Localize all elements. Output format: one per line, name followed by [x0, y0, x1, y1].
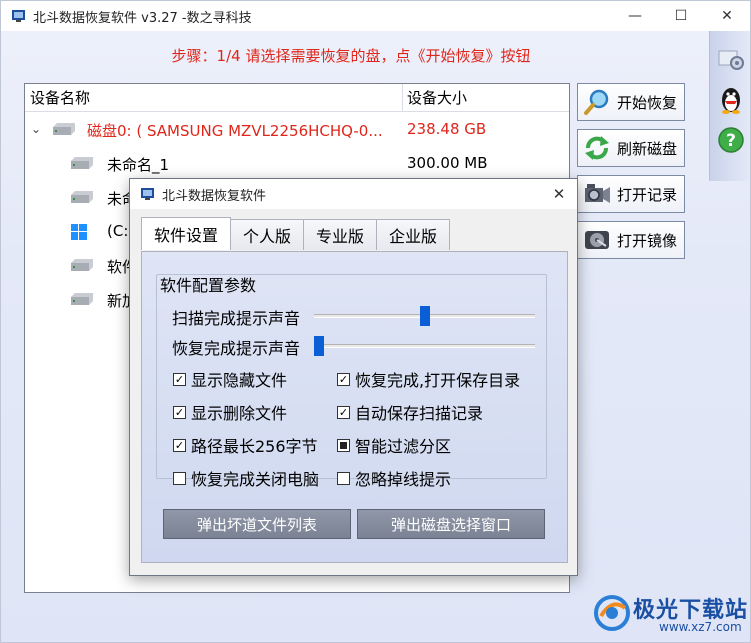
checkbox-box[interactable]: ✓	[173, 372, 186, 386]
open-image-label: 打开镜像	[617, 231, 678, 250]
minimize-button[interactable]: —	[612, 1, 658, 31]
checkbox-show-deleted[interactable]: ✓ 显示删除文件	[173, 400, 287, 424]
checkbox-label: 显示隐藏文件	[191, 371, 288, 390]
scan-sound-slider[interactable]	[314, 306, 535, 326]
dialog-titlebar: 北斗数据恢复软件 ✕	[130, 179, 577, 209]
disk-select-window-button[interactable]: 弹出磁盘选择窗口	[357, 509, 545, 539]
open-image-button[interactable]: 打开镜像	[577, 221, 685, 259]
disk-image-icon	[581, 224, 613, 256]
checkbox-shutdown[interactable]: 恢复完成关闭电脑	[173, 466, 319, 490]
device-row-disk0[interactable]: ⌄ 磁盘0: ( SAMSUNG MZVL2256HCHQ-0... 238.4…	[25, 114, 569, 146]
main-window: 北斗数据恢复软件 v3.27 -数之寻科技 — ☐ ✕ 步骤：1/4 请选择需要…	[0, 0, 751, 643]
device-size: 238.48 GB	[407, 120, 487, 138]
dialog-close-button[interactable]: ✕	[541, 179, 577, 209]
scan-sound-label: 扫描完成提示声音	[172, 309, 301, 328]
refresh-icon	[581, 132, 613, 164]
tab-personal-edition[interactable]: 个人版	[230, 219, 305, 250]
step-instruction: 步骤：1/4 请选择需要恢复的盘，点《开始恢复》按钮	[171, 47, 531, 65]
checkbox-path-256[interactable]: ✓ 路径最长256字节	[173, 433, 318, 457]
device-name: 未命名_1	[107, 156, 170, 174]
svg-text:?: ?	[726, 131, 736, 151]
checkbox-box[interactable]: ✓	[337, 372, 350, 386]
dialog-title: 北斗数据恢复软件	[162, 188, 267, 204]
checkbox-box[interactable]	[337, 438, 350, 452]
window-controls: — ☐ ✕	[612, 1, 750, 31]
recover-sound-slider[interactable]	[314, 336, 535, 356]
refresh-disk-button[interactable]: 刷新磁盘	[577, 129, 685, 167]
checkbox-open-dir[interactable]: ✓ 恢复完成,打开保存目录	[337, 367, 520, 391]
tab-enterprise-edition[interactable]: 企业版	[376, 219, 451, 250]
bad-sector-list-button[interactable]: 弹出坏道文件列表	[163, 509, 351, 539]
magnifier-icon	[581, 86, 613, 118]
open-record-button[interactable]: 打开记录	[577, 175, 685, 213]
group-title: 软件配置参数	[160, 276, 257, 295]
checkbox-smart-filter[interactable]: 智能过滤分区	[337, 433, 451, 457]
checkbox-box[interactable]: ✓	[337, 405, 350, 419]
checkbox-box[interactable]: ✓	[173, 438, 186, 452]
window-title: 北斗数据恢复软件 v3.27 -数之寻科技	[33, 10, 252, 26]
titlebar: 北斗数据恢复软件 v3.27 -数之寻科技 — ☐ ✕	[1, 1, 750, 31]
hard-disk-icon	[69, 259, 95, 277]
device-name: 磁盘0: ( SAMSUNG MZVL2256HCHQ-0...	[87, 122, 383, 140]
column-header-size[interactable]: 设备大小	[402, 84, 467, 112]
device-row[interactable]: 未命名_1 300.00 MB	[25, 148, 569, 180]
checkbox-box[interactable]	[337, 471, 350, 485]
app-icon	[11, 8, 27, 24]
checkbox-label: 恢复完成关闭电脑	[191, 470, 320, 489]
windows-logo-icon	[71, 224, 87, 244]
help-question-icon[interactable]: ?	[716, 125, 746, 155]
list-header: 设备名称 设备大小	[25, 84, 569, 112]
recover-sound-label: 恢复完成提示声音	[172, 339, 301, 358]
watermark-logo-icon	[593, 594, 631, 636]
checkbox-label: 自动保存扫描记录	[355, 404, 484, 423]
column-header-name[interactable]: 设备名称	[25, 84, 90, 112]
slider-thumb[interactable]	[314, 336, 324, 356]
checkbox-label: 显示删除文件	[191, 404, 288, 423]
tab-bar: 软件设置 个人版 专业版 企业版	[141, 217, 451, 251]
camera-icon	[581, 178, 613, 210]
checkbox-auto-save[interactable]: ✓ 自动保存扫描记录	[337, 400, 483, 424]
start-recovery-button[interactable]: 开始恢复	[577, 83, 685, 121]
checkbox-label: 路径最长256字节	[191, 437, 318, 456]
checkbox-label: 忽略掉线提示	[355, 470, 452, 489]
hard-disk-icon	[51, 123, 77, 141]
hard-disk-icon	[69, 293, 95, 311]
checkbox-label: 恢复完成,打开保存目录	[355, 371, 521, 390]
hard-disk-icon	[69, 191, 95, 209]
qq-penguin-icon[interactable]	[716, 84, 746, 114]
tab-software-settings[interactable]: 软件设置	[141, 217, 232, 250]
watermark-url: www.xz7.com	[659, 620, 742, 634]
close-button[interactable]: ✕	[704, 1, 750, 31]
settings-gear-icon[interactable]	[716, 43, 746, 73]
tab-professional-edition[interactable]: 专业版	[303, 219, 378, 250]
checkbox-ignore-drop[interactable]: 忽略掉线提示	[337, 466, 451, 490]
checkbox-box[interactable]	[173, 471, 186, 485]
device-size: 300.00 MB	[407, 154, 488, 172]
start-recovery-label: 开始恢复	[617, 93, 678, 112]
checkbox-show-hidden[interactable]: ✓ 显示隐藏文件	[173, 367, 287, 391]
chevron-down-icon[interactable]: ⌄	[31, 122, 41, 136]
watermark: 极光下载站 www.xz7.com	[589, 588, 749, 640]
open-record-label: 打开记录	[617, 185, 678, 204]
slider-thumb[interactable]	[419, 306, 430, 326]
app-icon	[140, 186, 156, 202]
checkbox-box[interactable]: ✓	[173, 405, 186, 419]
settings-dialog: 北斗数据恢复软件 ✕ 软件设置 个人版 专业版 企业版 软件配置参数 扫描完成提…	[129, 178, 578, 576]
checkbox-label: 智能过滤分区	[355, 437, 452, 456]
maximize-button[interactable]: ☐	[658, 1, 704, 31]
refresh-disk-label: 刷新磁盘	[617, 139, 678, 158]
hard-disk-icon	[69, 157, 95, 175]
right-icon-strip: ?	[709, 31, 750, 181]
